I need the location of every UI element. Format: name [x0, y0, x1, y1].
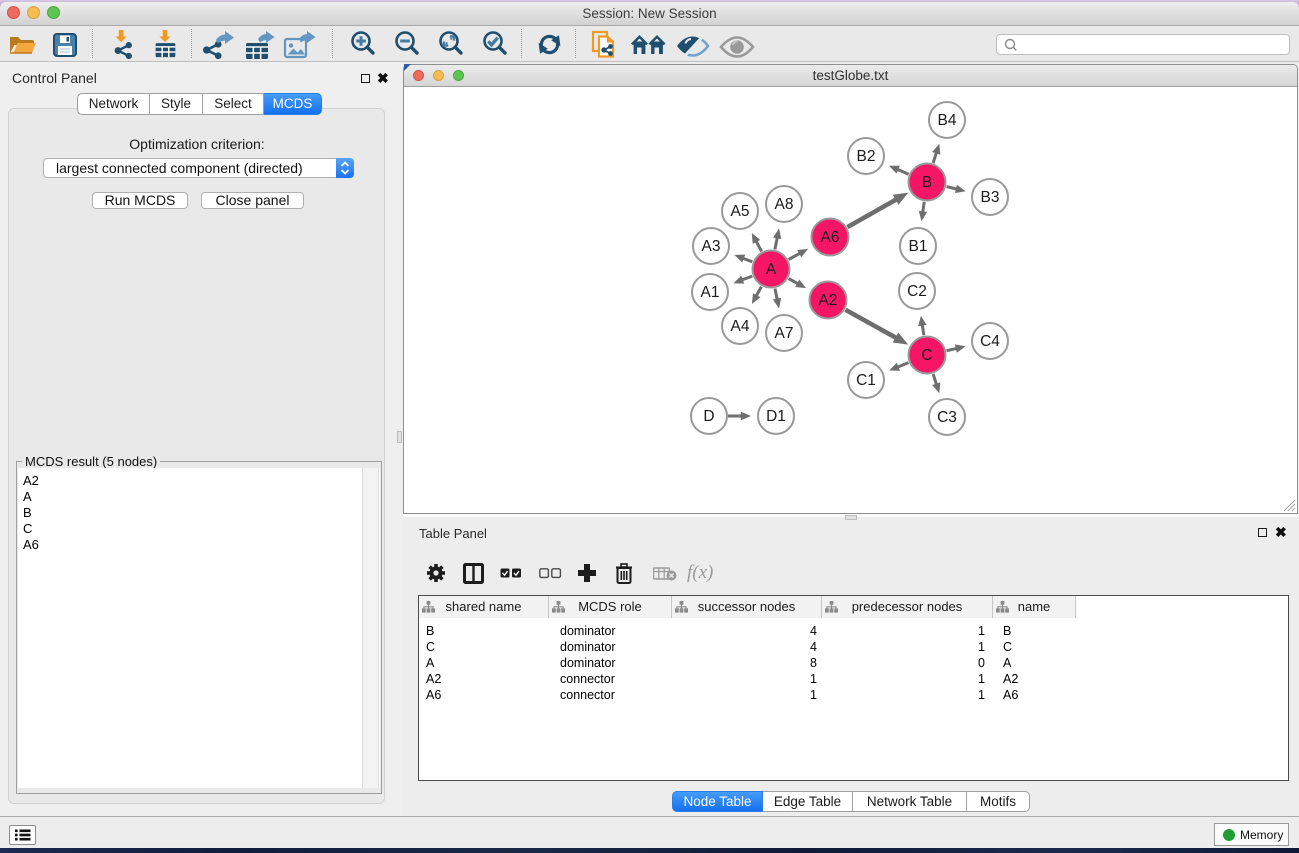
svg-text:A6: A6 [821, 229, 840, 246]
svg-text:C: C [921, 347, 932, 364]
svg-text:C2: C2 [907, 283, 927, 300]
svg-text:C4: C4 [980, 333, 1000, 350]
svg-text:A5: A5 [731, 203, 750, 220]
svg-text:A2: A2 [819, 292, 838, 309]
svg-text:C3: C3 [937, 409, 957, 426]
svg-text:D1: D1 [766, 408, 786, 425]
svg-text:B3: B3 [981, 189, 1000, 206]
svg-text:B: B [922, 174, 932, 191]
svg-text:B1: B1 [909, 238, 928, 255]
svg-text:C1: C1 [856, 372, 876, 389]
svg-text:B2: B2 [857, 148, 876, 165]
svg-text:A7: A7 [775, 325, 794, 342]
svg-text:A4: A4 [731, 318, 750, 335]
svg-text:B4: B4 [938, 112, 957, 129]
svg-text:A: A [766, 261, 777, 278]
svg-text:D: D [703, 408, 714, 425]
svg-text:A1: A1 [701, 284, 720, 301]
svg-text:A8: A8 [775, 196, 794, 213]
svg-text:A3: A3 [702, 238, 721, 255]
